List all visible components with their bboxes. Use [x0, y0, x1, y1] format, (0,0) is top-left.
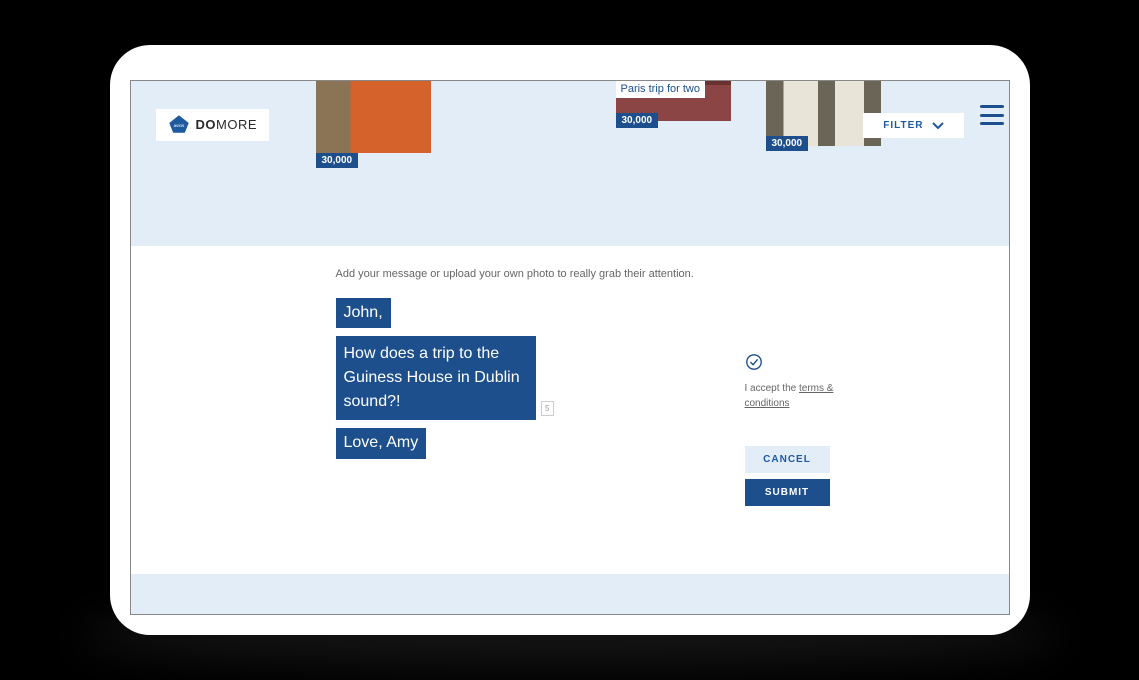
- card-price: 30,000: [616, 113, 659, 128]
- submit-button[interactable]: SUBMIT: [745, 479, 830, 506]
- card-image: [466, 80, 581, 81]
- signoff-input[interactable]: Love, Amy: [336, 428, 427, 458]
- message-column: John, How does a trip to the Guiness Hou…: [336, 298, 586, 467]
- cards-row: 30,000 30,000 Paris trip for two 30,000 …: [316, 81, 1009, 211]
- camera-icon[interactable]: [676, 308, 702, 326]
- logo-text-bold: DO: [196, 117, 217, 132]
- message-body-input[interactable]: How does a trip to the Guiness House in …: [336, 336, 536, 420]
- terms-text: I accept the terms & conditions: [745, 381, 835, 411]
- compose-row: John, How does a trip to the Guiness Hou…: [336, 298, 979, 512]
- card-title: Paris trip for two: [616, 81, 705, 98]
- card-price: 30,000: [766, 136, 809, 151]
- filter-label: FILTER: [883, 120, 923, 131]
- logo[interactable]: avios DOMORE: [156, 109, 270, 141]
- avios-logo-icon: avios: [168, 114, 190, 136]
- svg-text:avios: avios: [173, 123, 184, 128]
- footer-strip: [131, 574, 1009, 614]
- screen: avios DOMORE 30,000 30,000 Paris trip fo: [130, 80, 1010, 615]
- reward-card[interactable]: 30,000: [766, 80, 881, 211]
- chevron-down-icon: [932, 122, 944, 130]
- char-counter: 5: [541, 401, 553, 416]
- card-price: 30,000: [316, 153, 359, 168]
- reward-card[interactable]: 30,000: [316, 81, 431, 211]
- cancel-button[interactable]: CANCEL: [745, 446, 830, 473]
- logo-text-thin: MORE: [216, 117, 257, 132]
- checkmark-icon[interactable]: [745, 353, 763, 371]
- actions-column: I accept the terms & conditions CANCEL S…: [745, 298, 835, 512]
- filter-button[interactable]: FILTER: [863, 113, 963, 138]
- device-frame: avios DOMORE 30,000 30,000 Paris trip fo: [110, 45, 1030, 635]
- instruction-text: Add your message or upload your own phot…: [336, 268, 979, 280]
- menu-button[interactable]: [980, 105, 1004, 125]
- topbar: avios DOMORE 30,000 30,000 Paris trip fo: [131, 81, 1009, 211]
- card-image: [316, 81, 431, 153]
- greeting-input[interactable]: John,: [336, 298, 391, 328]
- main-content: Add your message or upload your own phot…: [131, 246, 1009, 574]
- reward-card[interactable]: Paris trip for two 30,000: [616, 80, 731, 211]
- reward-card[interactable]: 30,000: [466, 80, 581, 211]
